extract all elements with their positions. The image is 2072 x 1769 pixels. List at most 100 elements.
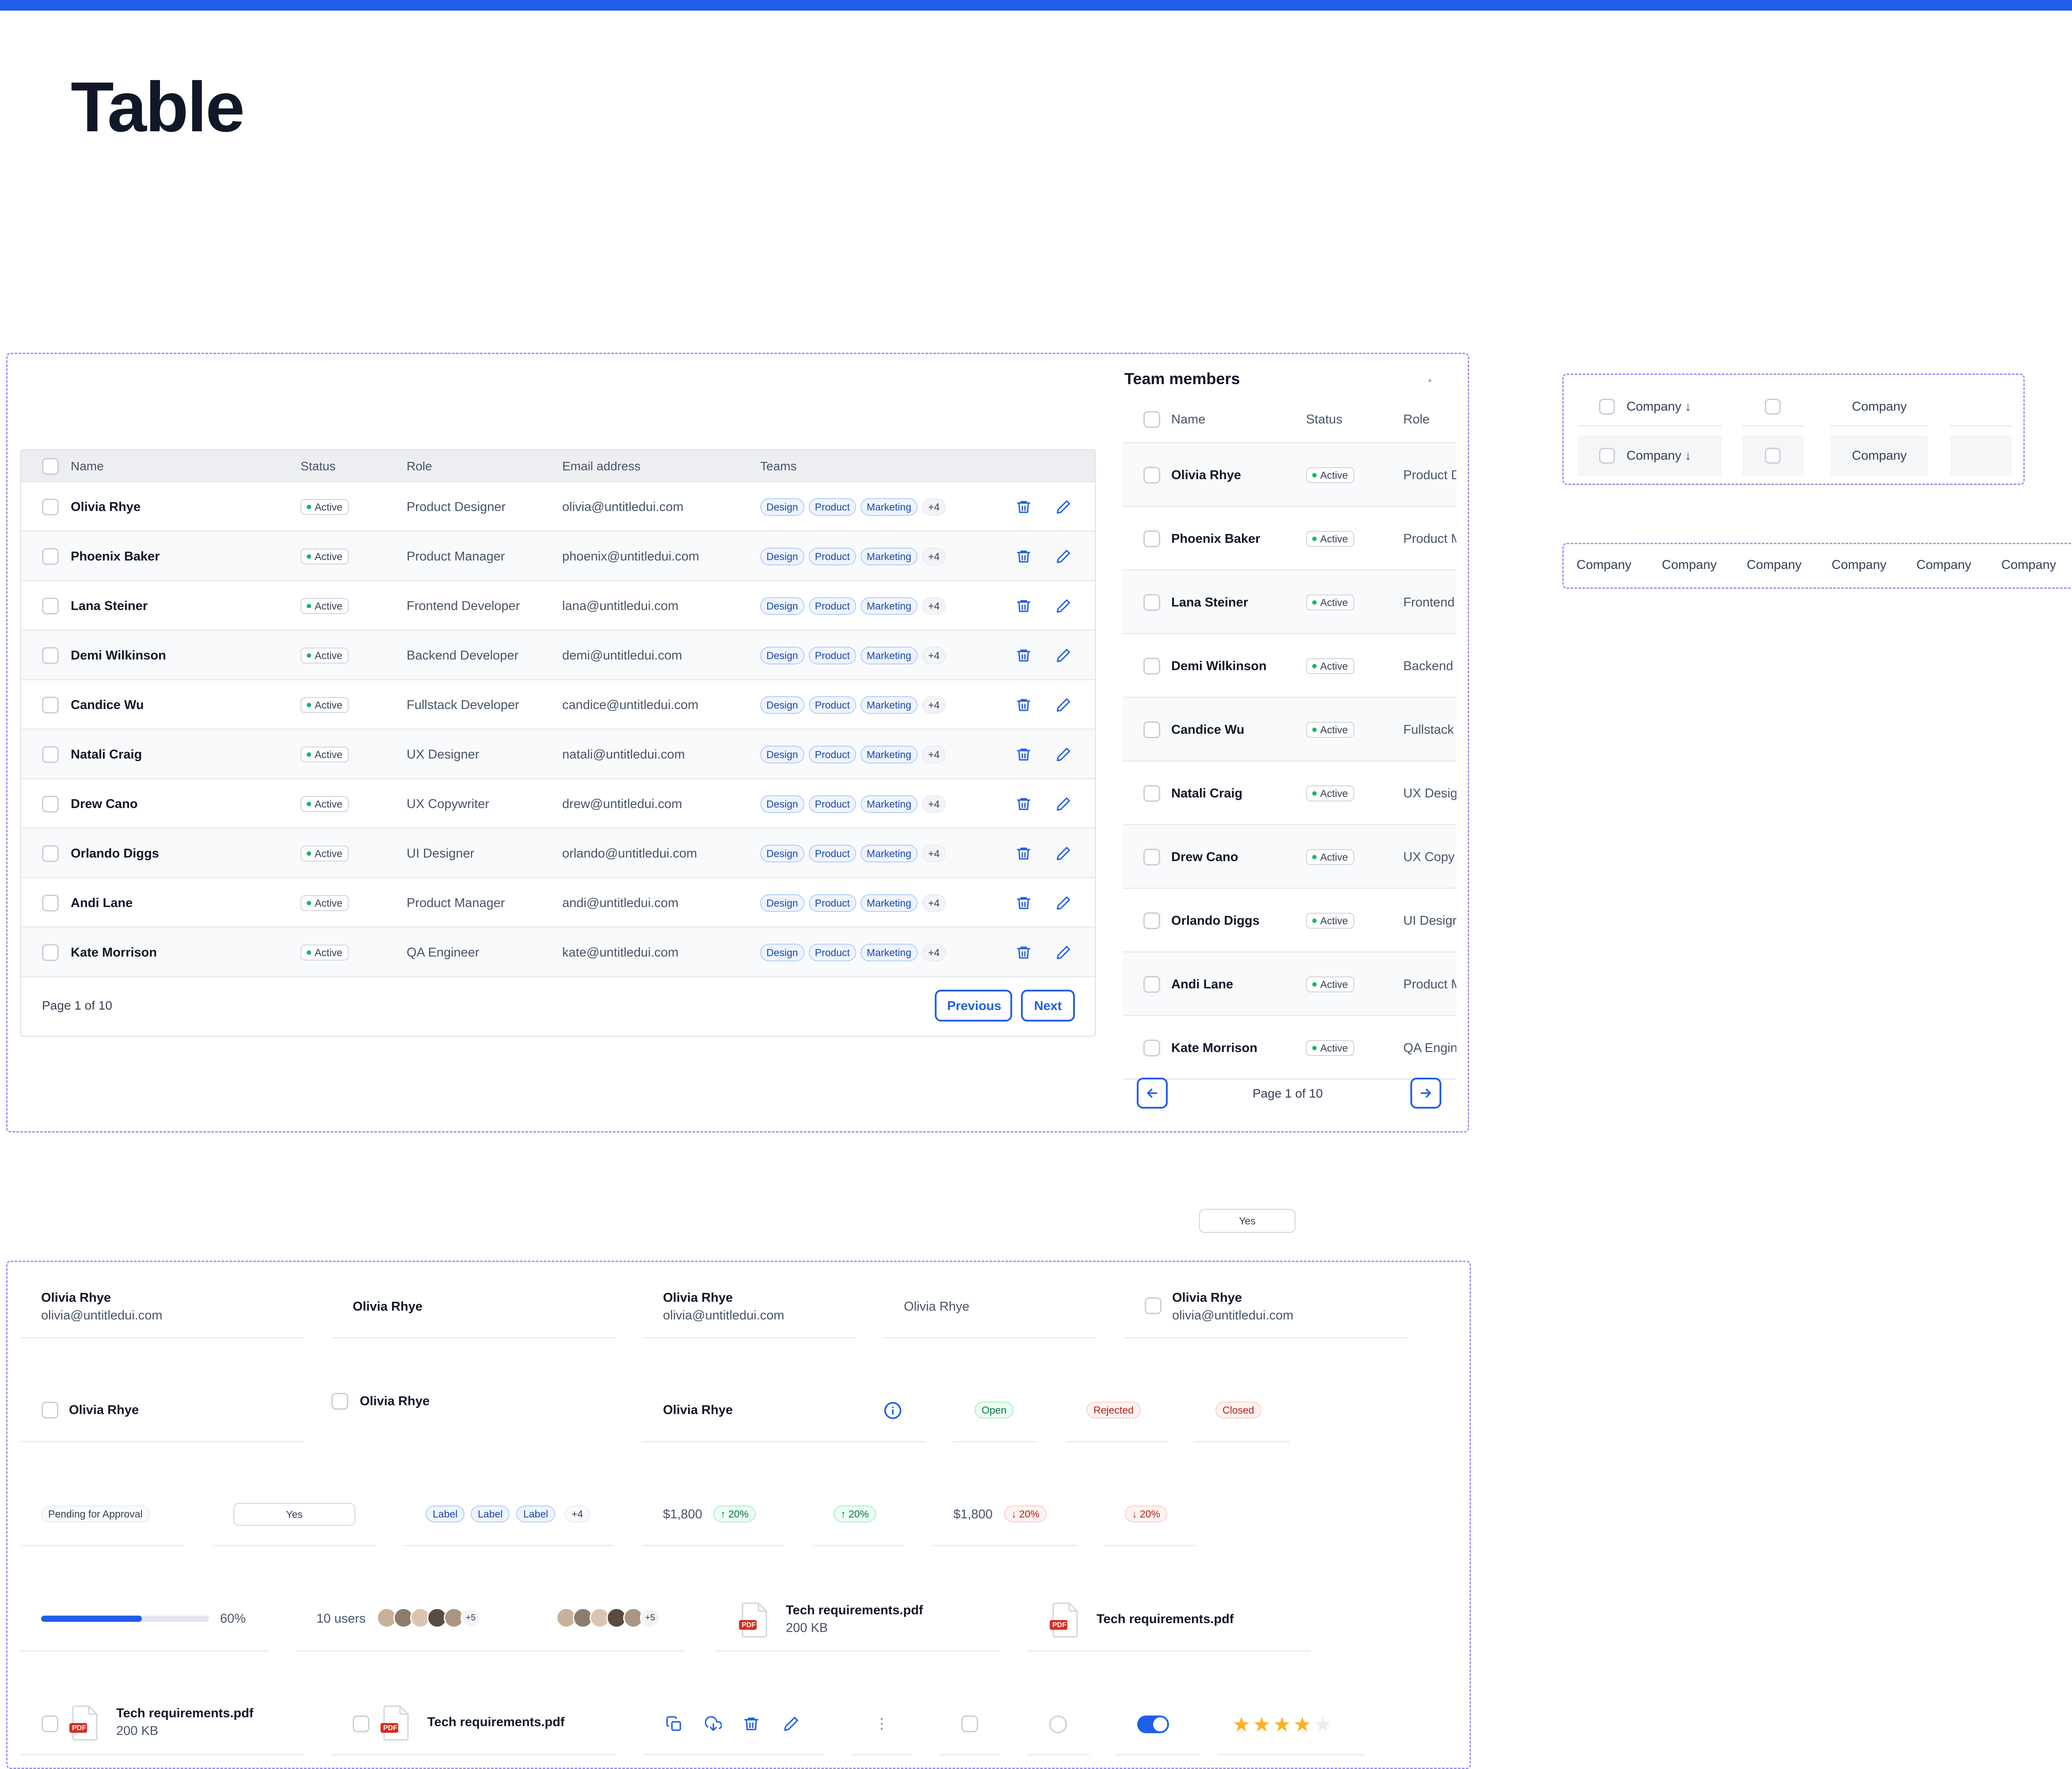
star-icon[interactable]: ★ (1314, 1714, 1332, 1735)
row-checkbox[interactable] (1143, 912, 1160, 929)
team-tag: Product (808, 597, 856, 615)
header-label[interactable]: Company (1747, 558, 1802, 572)
column-header-name[interactable]: Name (71, 450, 104, 482)
row-checkbox[interactable] (42, 548, 59, 565)
header-checkbox[interactable] (1599, 399, 1615, 415)
row-checkbox[interactable] (42, 746, 59, 763)
row-checkbox[interactable] (42, 1716, 58, 1732)
previous-button[interactable]: Previous (935, 990, 1012, 1022)
delete-button[interactable] (1015, 944, 1032, 961)
delete-button[interactable] (1015, 746, 1032, 763)
header-label[interactable]: Company (2001, 558, 2056, 572)
trend-value: 20% (1019, 1508, 1040, 1520)
delete-button[interactable] (743, 1715, 760, 1733)
edit-button[interactable] (1055, 894, 1072, 912)
star-icon[interactable]: ★ (1253, 1714, 1271, 1735)
row-checkbox[interactable] (353, 1716, 369, 1732)
header-label[interactable]: Company (1916, 558, 1971, 572)
row-checkbox[interactable] (42, 1402, 58, 1418)
column-header-name[interactable]: Name (1171, 396, 1205, 443)
column-header-status[interactable]: Status (301, 450, 335, 482)
delete-button[interactable] (1015, 696, 1032, 714)
column-header-status[interactable]: Status (1306, 396, 1342, 443)
header-checkbox[interactable] (1765, 448, 1781, 464)
delete-button[interactable] (1015, 795, 1032, 813)
sortable-header-label[interactable]: Company ↓ (1626, 449, 1691, 463)
header-label[interactable]: Company (1832, 558, 1886, 572)
row-checkbox[interactable] (1143, 658, 1160, 675)
delete-button[interactable] (1015, 647, 1032, 664)
row-checkbox[interactable] (1143, 1040, 1160, 1056)
next-button[interactable]: Next (1021, 990, 1075, 1022)
row-checkbox[interactable] (1143, 530, 1160, 547)
header-label[interactable]: Company (1577, 558, 1631, 572)
select-all-checkbox[interactable] (42, 458, 59, 475)
top-accent-bar (0, 0, 2072, 11)
table-row: Orlando Diggs Active UI Desigr (1123, 889, 1456, 953)
checkbox[interactable] (961, 1716, 978, 1732)
edit-button[interactable] (1055, 795, 1072, 813)
row-checkbox[interactable] (42, 845, 59, 862)
header-label[interactable]: Company (1662, 558, 1717, 572)
previous-page-button[interactable] (1137, 1078, 1168, 1109)
toggle-switch[interactable] (1137, 1716, 1169, 1733)
edit-button[interactable] (1055, 696, 1072, 714)
team-tags: Design Product Marketing +4 (760, 647, 946, 664)
radio-button[interactable] (1049, 1716, 1067, 1733)
edit-button[interactable] (1055, 498, 1072, 516)
star-icon[interactable]: ★ (1293, 1714, 1311, 1735)
row-checkbox[interactable] (42, 499, 59, 515)
more-options-icon[interactable] (1428, 379, 1431, 382)
progress-bar (41, 1616, 209, 1622)
team-tags: Design Product Marketing +4 (760, 795, 946, 813)
edit-button[interactable] (1055, 548, 1072, 565)
delete-button[interactable] (1015, 498, 1032, 516)
edit-button[interactable] (1055, 746, 1072, 763)
edit-button[interactable] (1055, 597, 1072, 615)
row-checkbox[interactable] (42, 944, 59, 961)
row-checkbox[interactable] (1145, 1297, 1162, 1314)
row-checkbox[interactable] (42, 895, 59, 911)
download-button[interactable] (705, 1715, 722, 1733)
column-header-teams[interactable]: Teams (760, 450, 796, 482)
next-page-button[interactable] (1410, 1078, 1441, 1109)
delete-button[interactable] (1015, 894, 1032, 912)
row-checkbox[interactable] (331, 1393, 348, 1410)
column-header-role[interactable]: Role (1403, 396, 1430, 443)
header-checkbox[interactable] (1599, 448, 1615, 464)
edit-button[interactable] (782, 1715, 800, 1733)
header-label[interactable]: Company (1852, 449, 1907, 463)
row-checkbox[interactable] (1143, 467, 1160, 484)
delete-button[interactable] (1015, 845, 1032, 862)
row-checkbox[interactable] (42, 697, 59, 713)
status-dot (1312, 537, 1317, 541)
info-icon[interactable] (883, 1401, 903, 1422)
edit-button[interactable] (1055, 944, 1072, 961)
row-checkbox[interactable] (1143, 976, 1160, 993)
row-checkbox[interactable] (42, 647, 59, 664)
copy-button[interactable] (665, 1715, 683, 1733)
delete-button[interactable] (1015, 597, 1032, 615)
row-checkbox[interactable] (42, 598, 59, 614)
edit-button[interactable] (1055, 647, 1072, 664)
delete-button[interactable] (1015, 548, 1032, 565)
sortable-header-label[interactable]: Company ↓ (1626, 400, 1691, 414)
trash-icon (1017, 649, 1030, 662)
row-checkbox[interactable] (1143, 594, 1160, 611)
row-checkbox[interactable] (1143, 849, 1160, 865)
column-header-email[interactable]: Email address (562, 450, 640, 482)
column-header-role[interactable]: Role (407, 450, 432, 482)
team-tag: Marketing (860, 647, 918, 664)
header-checkbox[interactable] (1765, 399, 1781, 415)
row-checkbox[interactable] (1143, 721, 1160, 738)
select-all-checkbox[interactable] (1143, 411, 1160, 428)
row-checkbox[interactable] (42, 796, 59, 812)
team-tag: Marketing (860, 696, 918, 714)
star-icon[interactable]: ★ (1273, 1714, 1291, 1735)
header-label[interactable]: Company (1852, 400, 1907, 414)
edit-button[interactable] (1055, 845, 1072, 862)
table-row: Demi Wilkinson Active Backend Developer dem… (21, 631, 1095, 680)
star-icon[interactable]: ★ (1232, 1714, 1250, 1735)
row-checkbox[interactable] (1143, 785, 1160, 802)
more-vertical-button[interactable] (873, 1715, 891, 1733)
